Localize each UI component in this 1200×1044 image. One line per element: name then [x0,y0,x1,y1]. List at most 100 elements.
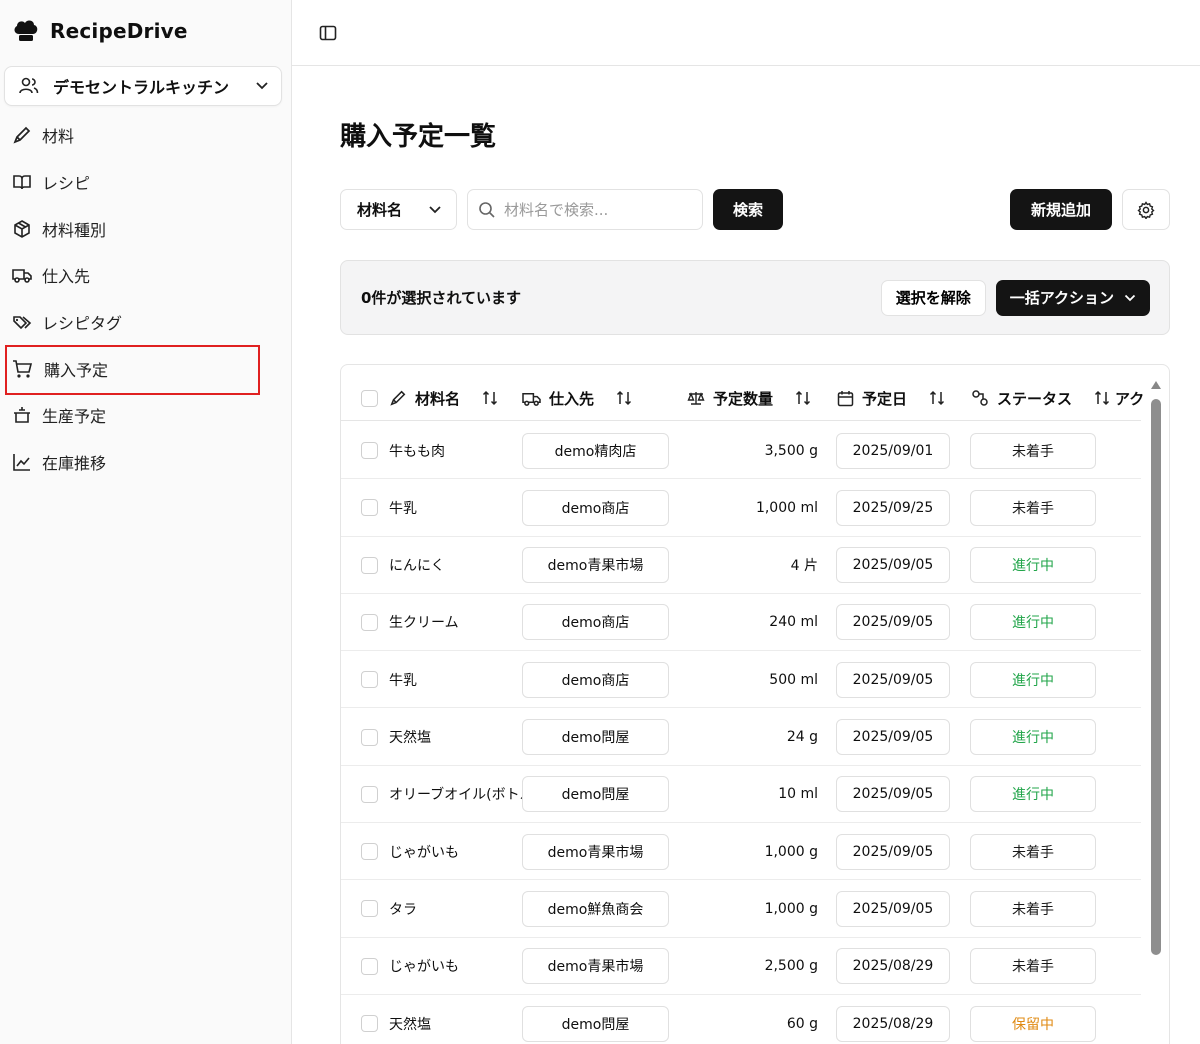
bulk-action-button[interactable]: 一括アクション [995,279,1150,316]
row-checkbox[interactable] [361,900,378,918]
date-pill[interactable]: 2025/09/05 [836,719,950,755]
row-checkbox[interactable] [361,843,378,861]
sidebar-item-inventory-trend[interactable]: 在庫推移 [0,439,292,486]
add-new-button[interactable]: 新規追加 [1010,189,1112,230]
supplier-pill[interactable]: demo商店 [522,604,669,641]
chevron-down-icon [428,205,442,215]
status-badge[interactable]: 未着手 [970,833,1096,870]
row-checkbox[interactable] [361,499,378,517]
sidebar-item-ingredients[interactable]: 材料 [0,112,292,159]
row-select-cell [361,823,378,880]
supplier-cell: demo商店 [522,594,669,651]
date-pill[interactable]: 2025/09/05 [836,833,950,870]
column-supplier[interactable]: 仕入先 [522,375,632,421]
row-checkbox[interactable] [361,671,378,689]
status-badge[interactable]: 未着手 [970,432,1096,469]
status-badge[interactable]: 進行中 [970,661,1096,698]
supplier-pill[interactable]: demo鮮魚商会 [522,890,669,927]
table-row[interactable]: 牛もも肉 demo精肉店 3,500 g 2025/09/01 未着手 [341,422,1141,480]
row-checkbox[interactable] [361,957,378,975]
sort-icon[interactable] [929,390,945,406]
sort-icon[interactable] [1094,390,1110,406]
date-pill[interactable]: 2025/09/05 [836,604,950,641]
supplier-pill[interactable]: demo問屋 [522,776,669,813]
row-select-cell [361,479,378,536]
sidebar-item-purchase-plans[interactable]: 購入予定 [0,345,292,396]
supplier-pill[interactable]: demo商店 [522,661,669,698]
row-checkbox[interactable] [361,442,378,459]
sidebar-item-production-plans[interactable]: 生産予定 [0,392,292,439]
table-row[interactable]: 天然塩 demo問屋 24 g 2025/09/05 進行中 [341,709,1141,766]
supplier-pill[interactable]: demo精肉店 [522,432,669,469]
column-ingredient[interactable]: 材料名 [389,375,498,421]
status-badge[interactable]: 進行中 [970,604,1096,641]
settings-button[interactable] [1122,189,1170,230]
row-checkbox[interactable] [361,785,378,803]
sidebar-item-label: 仕入先 [42,267,91,287]
date-pill[interactable]: 2025/08/29 [836,948,950,985]
date-pill[interactable]: 2025/09/05 [836,547,950,584]
status-badge[interactable]: 未着手 [970,890,1096,927]
select-all-checkbox[interactable] [361,389,378,407]
date-pill[interactable]: 2025/09/25 [836,489,950,526]
supplier-pill[interactable]: demo問屋 [522,1005,669,1042]
supplier-pill[interactable]: demo青果市場 [522,833,669,870]
date-cell: 2025/09/05 [836,651,950,708]
pencil-icon [12,125,32,145]
table-row[interactable]: 牛乳 demo商店 500 ml 2025/09/05 進行中 [341,651,1141,709]
scroll-up-arrow-icon[interactable] [1151,381,1161,389]
row-checkbox[interactable] [361,613,378,631]
sidebar-toggle-icon[interactable] [319,24,337,42]
table-row[interactable]: じゃがいも demo青果市場 2,500 g 2025/08/29 未着手 [341,938,1141,995]
date-pill[interactable]: 2025/08/29 [836,1005,950,1042]
selection-bar: 0件が選択されています 選択を解除 一括アクション [340,260,1170,335]
search-button[interactable]: 検索 [713,189,783,230]
row-checkbox[interactable] [361,556,378,574]
sort-icon[interactable] [616,390,632,406]
table-row[interactable]: 牛乳 demo商店 1,000 ml 2025/09/25 未着手 [341,479,1141,537]
search-box[interactable] [467,189,703,230]
column-quantity[interactable]: 予定数量 [687,375,811,421]
table-row[interactable]: タラ demo鮮魚商会 1,000 g 2025/09/05 未着手 [341,880,1141,938]
scrollbar-thumb[interactable] [1151,399,1161,955]
column-status[interactable]: ステータス [971,375,1110,421]
sidebar-item-recipes[interactable]: レシピ [0,159,292,206]
table-row[interactable]: じゃがいも demo青果市場 1,000 g 2025/09/05 未着手 [341,823,1141,881]
status-badge[interactable]: 未着手 [970,489,1096,526]
row-checkbox[interactable] [361,1015,378,1032]
table-row[interactable]: オリーブオイル(ボトル) demo問屋 10 ml 2025/09/05 進行中 [341,766,1141,824]
sidebar-item-suppliers[interactable]: 仕入先 [0,252,292,299]
sidebar-item-ingredient-types[interactable]: 材料種別 [0,205,292,252]
column-date[interactable]: 予定日 [837,375,945,421]
supplier-pill[interactable]: demo青果市場 [522,948,669,985]
sidebar-item-recipe-tags[interactable]: レシピタグ [0,299,292,346]
date-pill[interactable]: 2025/09/05 [836,661,950,698]
sort-icon[interactable] [795,390,811,406]
row-checkbox[interactable] [361,728,378,746]
supplier-pill[interactable]: demo青果市場 [522,547,669,584]
table-row[interactable]: 天然塩 demo問屋 60 g 2025/08/29 保留中 [341,995,1141,1044]
status-badge[interactable]: 進行中 [970,719,1096,755]
status-badge[interactable]: 保留中 [970,1005,1096,1042]
app-logo-row[interactable]: RecipeDrive [0,0,291,62]
sort-icon[interactable] [482,390,498,406]
supplier-pill[interactable]: demo問屋 [522,719,669,755]
date-pill[interactable]: 2025/09/05 [836,776,950,813]
org-switcher[interactable]: デモセントラルキッチン [4,66,282,106]
date-pill[interactable]: 2025/09/05 [836,890,950,927]
status-badge[interactable]: 進行中 [970,776,1096,813]
date-pill[interactable]: 2025/09/01 [836,432,950,469]
status-badge[interactable]: 未着手 [970,948,1096,985]
bulk-action-label: 一括アクション [1009,289,1114,307]
search-field-select[interactable]: 材料名 [340,189,457,230]
vertical-scrollbar[interactable] [1148,373,1162,1044]
supplier-pill[interactable]: demo商店 [522,489,669,526]
users-icon [19,77,39,95]
date-cell: 2025/09/05 [836,766,950,823]
truck-icon [12,266,32,284]
status-badge[interactable]: 進行中 [970,547,1096,584]
table-row[interactable]: にんにく demo青果市場 4 片 2025/09/05 進行中 [341,537,1141,594]
table-row[interactable]: 生クリーム demo商店 240 ml 2025/09/05 進行中 [341,594,1141,652]
clear-selection-button[interactable]: 選択を解除 [880,279,986,316]
search-input[interactable] [504,200,684,219]
